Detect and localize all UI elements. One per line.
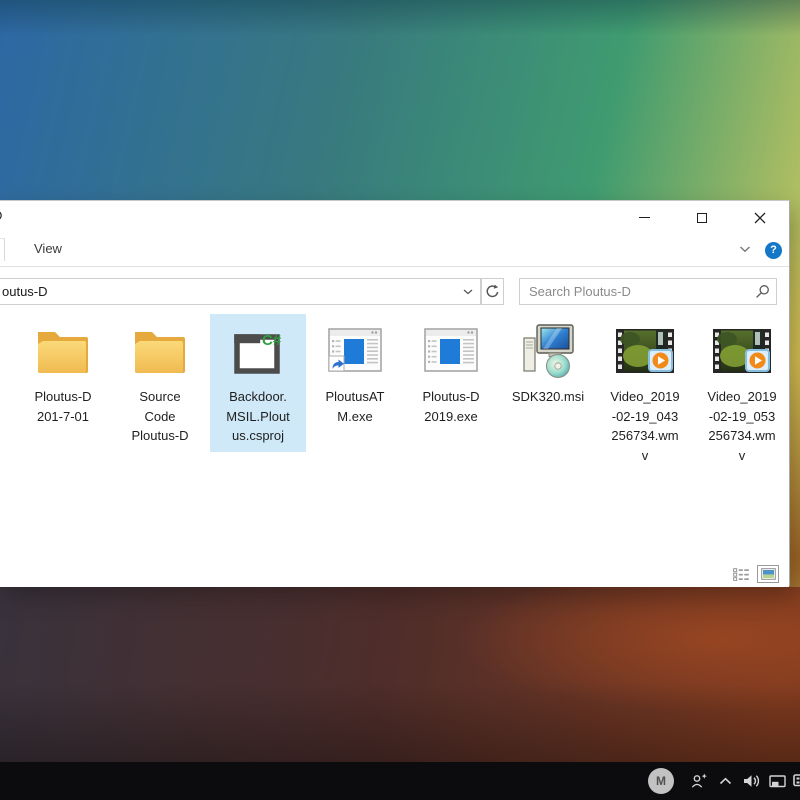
csharp-badge: C# bbox=[262, 332, 282, 349]
file-name: Ploutus-D 2019.exe bbox=[407, 387, 495, 428]
tray-expand-chevron-up-icon[interactable] bbox=[719, 777, 732, 785]
file-item[interactable]: PloutusAT M.exe bbox=[307, 314, 403, 432]
address-input[interactable] bbox=[0, 280, 456, 303]
search-input[interactable] bbox=[520, 280, 748, 303]
file-item[interactable]: SDK320.msi bbox=[500, 314, 596, 413]
volume-icon[interactable] bbox=[743, 774, 760, 788]
file-item-selected[interactable]: C# Backdoor. MSIL.Plout us.csproj bbox=[210, 314, 306, 452]
installer-icon bbox=[500, 318, 596, 384]
folder-icon bbox=[112, 318, 208, 384]
folder-icon bbox=[15, 318, 111, 384]
chevron-down-icon bbox=[463, 289, 473, 295]
maximize-button[interactable] bbox=[673, 201, 731, 234]
file-name: PloutusAT M.exe bbox=[311, 387, 399, 428]
caption-buttons bbox=[615, 201, 789, 234]
minimize-icon bbox=[639, 217, 650, 218]
wallpaper-bottom bbox=[0, 587, 800, 762]
search-icon bbox=[748, 284, 776, 299]
details-view-button[interactable] bbox=[730, 565, 752, 583]
file-list: Ploutus-D 201-7-01 Source Code Ploutus-D bbox=[0, 311, 789, 559]
video-thumbnail-icon bbox=[694, 318, 790, 384]
menu-tab-stub bbox=[0, 238, 5, 261]
address-dropdown-button[interactable] bbox=[456, 289, 480, 295]
people-icon[interactable] bbox=[690, 772, 708, 789]
maximize-icon bbox=[697, 213, 707, 223]
thumbnails-view-button[interactable] bbox=[757, 565, 779, 583]
details-view-icon bbox=[733, 568, 750, 581]
status-bar bbox=[0, 559, 789, 587]
ribbon-menu-bar: View ? bbox=[0, 233, 789, 267]
navigation-toolbar bbox=[0, 267, 789, 311]
chevron-down-icon bbox=[739, 246, 751, 253]
search-box[interactable] bbox=[519, 278, 777, 305]
close-icon bbox=[754, 212, 766, 224]
file-name: Video_2019 -02-19_053 256734.wm v bbox=[698, 387, 786, 467]
file-item[interactable]: Ploutus-D 2019.exe bbox=[403, 314, 499, 432]
window-title-partial: D bbox=[0, 208, 2, 223]
shortcut-arrow-badge bbox=[329, 356, 344, 371]
video-thumbnail-icon bbox=[597, 318, 693, 384]
title-bar[interactable]: D bbox=[0, 201, 789, 233]
play-badge bbox=[649, 350, 672, 371]
help-icon: ? bbox=[770, 244, 777, 256]
file-name: Video_2019 -02-19_043 256734.wm v bbox=[601, 387, 689, 467]
help-button[interactable]: ? bbox=[765, 242, 782, 259]
play-badge bbox=[746, 350, 769, 371]
refresh-button[interactable] bbox=[481, 278, 504, 305]
file-item[interactable]: Ploutus-D 201-7-01 bbox=[15, 314, 111, 432]
application-shortcut-icon bbox=[307, 318, 403, 384]
user-avatar[interactable]: M bbox=[648, 768, 674, 794]
refresh-icon bbox=[485, 284, 500, 299]
close-button[interactable] bbox=[731, 201, 789, 234]
taskbar: M bbox=[0, 762, 800, 800]
minimize-button[interactable] bbox=[615, 201, 673, 234]
ribbon-collapse-button[interactable] bbox=[739, 246, 751, 253]
application-icon bbox=[403, 318, 499, 384]
file-name: Ploutus-D 201-7-01 bbox=[19, 387, 107, 428]
clipped-tray-icon[interactable] bbox=[793, 774, 800, 787]
file-item[interactable]: Video_2019 -02-19_053 256734.wm v bbox=[694, 314, 790, 471]
avatar-initial: M bbox=[656, 774, 666, 788]
csharp-project-icon: C# bbox=[210, 318, 306, 384]
file-item[interactable]: Video_2019 -02-19_043 256734.wm v bbox=[597, 314, 693, 471]
file-name: SDK320.msi bbox=[504, 387, 592, 409]
network-display-icon[interactable] bbox=[769, 775, 786, 788]
desktop-screen: D View bbox=[0, 0, 800, 800]
menu-tab-view[interactable]: View bbox=[34, 241, 62, 256]
file-item[interactable]: Source Code Ploutus-D bbox=[112, 314, 208, 452]
thumbnails-view-icon bbox=[761, 568, 776, 580]
file-name: Source Code Ploutus-D bbox=[116, 387, 204, 448]
file-name: Backdoor. MSIL.Plout us.csproj bbox=[214, 387, 302, 448]
explorer-window: D View bbox=[0, 200, 790, 586]
address-bar[interactable] bbox=[0, 278, 481, 305]
